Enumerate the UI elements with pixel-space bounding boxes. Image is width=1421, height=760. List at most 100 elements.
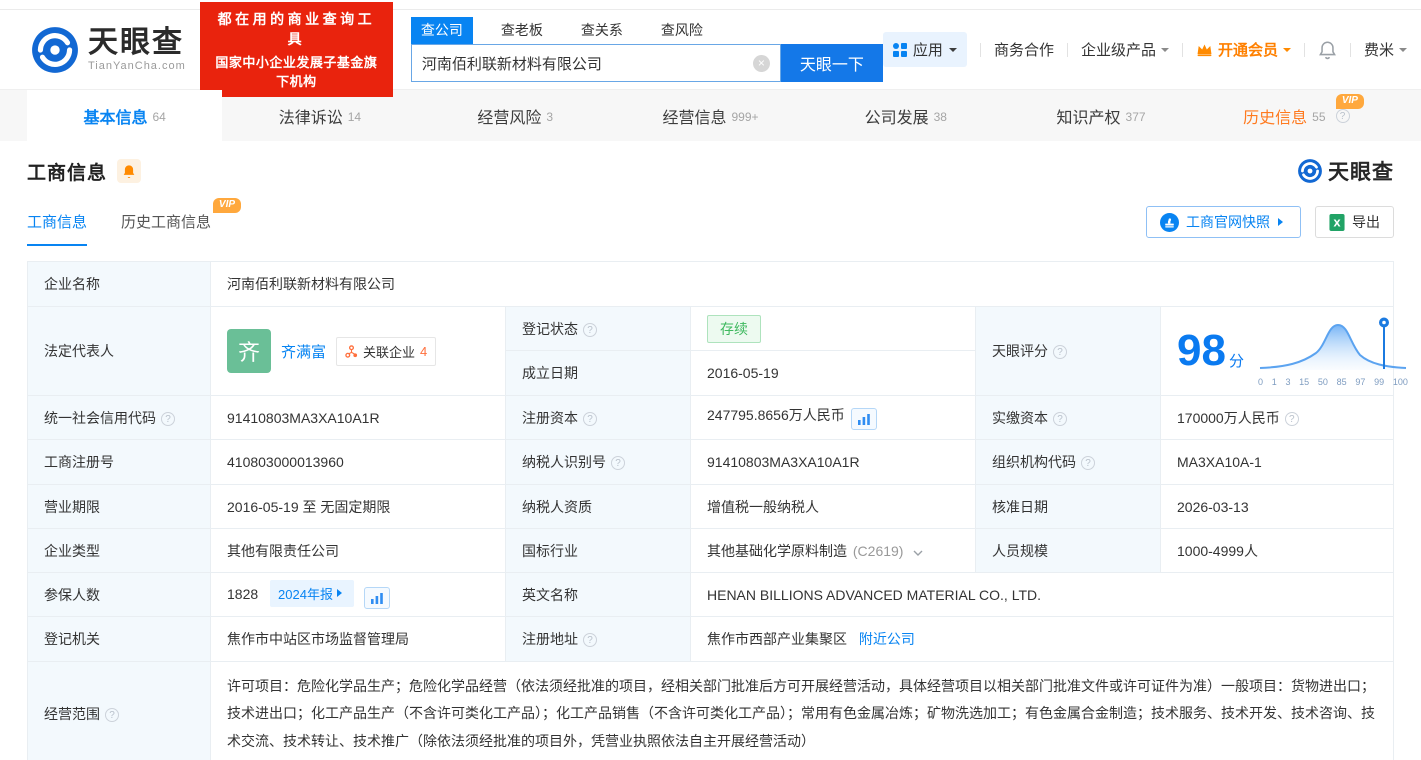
help-icon[interactable]	[1081, 456, 1095, 470]
table-row: 参保人数 1828 2024年报 英文名称 HENAN BILLIONS ADV…	[27, 572, 1394, 617]
tab-label: 知识产权	[1056, 109, 1121, 127]
insured-trend-icon[interactable]	[363, 587, 390, 610]
help-icon[interactable]	[583, 633, 597, 647]
chevron-down-icon[interactable]	[913, 550, 923, 556]
legal-rep-label: 法定代表人	[27, 306, 211, 396]
reg-number-label: 工商注册号	[27, 439, 211, 485]
tab-count: 3	[546, 109, 554, 124]
score-axis-ticks: 0 1 3 15 50 85 97 99 100	[1257, 377, 1408, 387]
business-info-section: 工商信息 天眼查 工商信息 VIP 历史工商信息 工商官网快照 X 导出 企业名…	[0, 156, 1421, 760]
business-info-table: 企业名称 河南佰利联新材料有限公司 法定代表人 齐 齐满富 关联企业 4 登记状…	[27, 261, 1408, 760]
legal-rep-cell: 齐 齐满富 关联企业 4	[210, 306, 506, 396]
arrow-right-icon	[1278, 218, 1287, 226]
tab-business-risk[interactable]: 经营风险 3	[418, 90, 613, 141]
subtab-history-business-info[interactable]: VIP 历史工商信息	[121, 198, 242, 246]
subtabs: 工商信息 VIP 历史工商信息	[27, 198, 242, 246]
clear-icon[interactable]	[752, 54, 770, 72]
credit-code-label: 统一社会信用代码	[27, 395, 211, 440]
tab-intellectual-property[interactable]: 知识产权 377	[1003, 90, 1198, 141]
tianyancha-watermark-icon	[1298, 159, 1322, 183]
tab-company-development[interactable]: 公司发展 38	[808, 90, 1003, 141]
industry-value: 其他基础化学原料制造 (C2619)	[690, 528, 976, 573]
industry-label: 国标行业	[505, 528, 691, 573]
legal-rep-avatar[interactable]: 齐	[227, 329, 271, 373]
tab-business-info[interactable]: 经营信息 999+	[613, 90, 808, 141]
help-icon[interactable]	[161, 411, 175, 426]
credit-code-value: 91410803MA3XA10A1R	[210, 395, 506, 440]
header-nav: 应用 商务合作 企业级产品 开通会员 费米	[882, 32, 1407, 67]
related-companies-badge[interactable]: 关联企业 4	[336, 336, 437, 366]
search-tab-relation[interactable]: 查关系	[571, 17, 633, 44]
help-icon[interactable]	[1053, 411, 1067, 426]
business-scope-label: 经营范围	[27, 661, 211, 760]
tab-legal-proceedings[interactable]: 法律诉讼 14	[222, 90, 417, 141]
reg-address-value: 焦作市西部产业集聚区 附近公司	[690, 616, 1394, 662]
tab-label: 历史信息	[1243, 109, 1308, 127]
reg-capital-label: 注册资本	[505, 395, 691, 440]
search-input[interactable]	[411, 54, 753, 72]
help-icon[interactable]	[1284, 411, 1299, 426]
help-icon[interactable]	[1335, 108, 1350, 123]
tab-basic-info[interactable]: 基本信息 64	[27, 90, 223, 141]
help-icon[interactable]	[583, 411, 597, 426]
search-tab-boss[interactable]: 查老板	[491, 17, 553, 44]
help-icon[interactable]	[105, 708, 119, 722]
arrow-right-icon	[336, 589, 346, 598]
tab-label: 经营信息	[662, 109, 727, 127]
apps-menu-label: 应用	[912, 42, 943, 59]
tianyancha-logo[interactable]: 天眼查 TianYanCha.com	[30, 25, 186, 75]
logo-subtitle: TianYanCha.com	[88, 59, 186, 72]
search-tab-company[interactable]: 查公司	[410, 17, 473, 44]
nav-cooperation-label: 商务合作	[993, 42, 1054, 59]
bell-curve	[1259, 317, 1407, 370]
help-icon[interactable]	[583, 322, 597, 337]
promo-banner-line1: 都在用的商业查询工具	[217, 11, 376, 47]
legal-rep-name-link[interactable]: 齐满富	[281, 341, 326, 362]
subtab-business-info[interactable]: 工商信息	[27, 211, 88, 246]
tab-count: 14	[347, 109, 362, 124]
reg-number-value: 410803000013960	[210, 439, 506, 485]
notifications-bell-icon[interactable]	[1318, 40, 1337, 60]
capital-trend-icon[interactable]	[850, 408, 877, 431]
tab-history-info[interactable]: VIP 历史信息 55	[1199, 90, 1394, 141]
table-row: 工商注册号 410803000013960 纳税人识别号 91410803MA3…	[27, 439, 1394, 485]
caret-down-icon	[948, 47, 957, 56]
nav-divider	[1181, 42, 1183, 57]
score-number: 98	[1177, 326, 1226, 375]
nav-open-vip[interactable]: 开通会员	[1196, 39, 1291, 60]
apps-menu[interactable]: 应用	[882, 32, 967, 67]
page: 天眼查 TianYanCha.com 都在用的商业查询工具 国家中小企业发展子基…	[0, 0, 1421, 760]
nav-user-name: 费米	[1363, 42, 1394, 59]
official-snapshot-button[interactable]: 工商官网快照	[1146, 206, 1301, 238]
monitor-bell-icon[interactable]	[117, 159, 142, 183]
annual-report-badge[interactable]: 2024年报	[270, 579, 354, 607]
search-tab-risk[interactable]: 查风险	[651, 17, 713, 44]
reg-authority-label: 登记机关	[27, 616, 211, 662]
nav-divider	[1349, 42, 1351, 57]
approval-date-label: 核准日期	[975, 484, 1161, 529]
status-badge: 存续	[707, 314, 761, 343]
company-type-value: 其他有限责任公司	[210, 528, 506, 573]
tianyancha-logo-icon	[32, 26, 78, 73]
nav-cooperation[interactable]: 商务合作	[994, 39, 1054, 60]
search-button[interactable]: 天眼一下	[780, 44, 883, 82]
business-term-label: 营业期限	[27, 484, 211, 529]
help-icon[interactable]	[611, 456, 625, 470]
taxpayer-id-value: 91410803MA3XA10A1R	[690, 439, 976, 485]
nav-user-menu[interactable]: 费米	[1364, 39, 1407, 60]
table-row: 法定代表人 齐 齐满富 关联企业 4 登记状态? 存续 天眼评分? 98 分 0…	[27, 306, 1408, 396]
english-name-value: HENAN BILLIONS ADVANCED MATERIAL CO., LT…	[690, 572, 1394, 617]
nearby-companies-link[interactable]: 附近公司	[859, 631, 915, 647]
vip-badge: VIP	[1335, 94, 1364, 109]
nav-enterprise-products[interactable]: 企业级产品	[1081, 39, 1169, 60]
help-icon[interactable]	[1053, 345, 1067, 359]
score-label-text: 天眼评分	[992, 343, 1048, 359]
export-button[interactable]: X 导出	[1315, 206, 1394, 238]
promo-banner-line2: 国家中小企业发展子基金旗下机构	[215, 55, 378, 89]
establish-date-value: 2016-05-19	[690, 350, 976, 396]
reg-status-label-text: 登记状态	[522, 320, 578, 337]
tab-count: 377	[1125, 109, 1146, 124]
nav-divider	[1303, 42, 1305, 57]
paid-capital-label: 实缴资本	[975, 395, 1161, 440]
org-code-value: MA3XA10A-1	[1160, 439, 1394, 485]
